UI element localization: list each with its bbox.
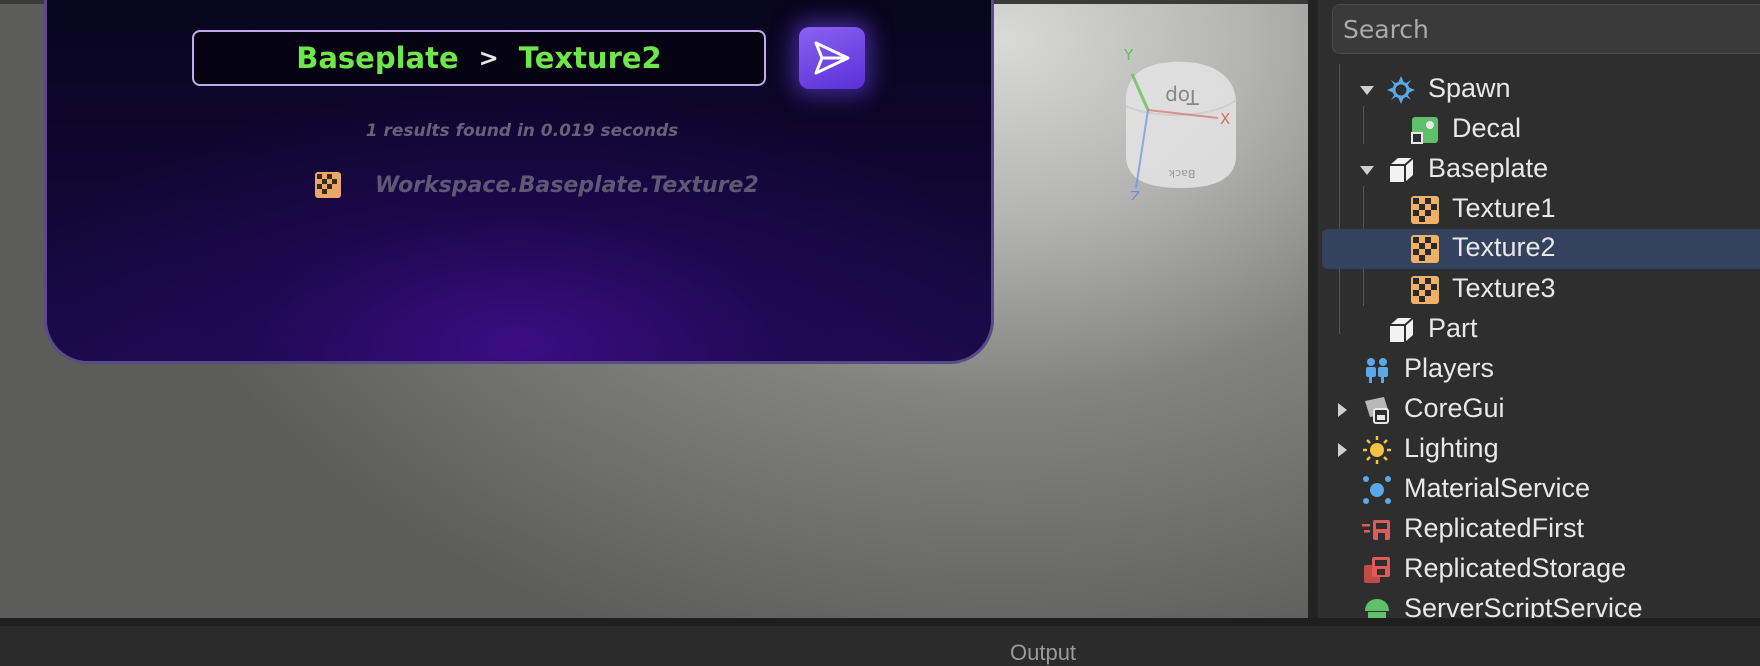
replicated-storage-icon (1364, 557, 1390, 583)
tree-item-lighting[interactable]: Lighting (1318, 430, 1760, 470)
players-icon (1366, 358, 1388, 383)
tree-item-baseplate[interactable]: Baseplate (1318, 150, 1760, 190)
explorer-search-input[interactable] (1332, 4, 1760, 54)
texture-icon (315, 172, 341, 198)
breadcrumb-item-texture2[interactable]: Texture2 (519, 41, 662, 75)
tree-item-texture3[interactable]: Texture3 (1318, 270, 1760, 310)
chevron-down-icon[interactable] (1360, 166, 1374, 175)
decal-icon (1411, 117, 1438, 144)
output-panel-header[interactable]: Output (0, 626, 1760, 665)
coregui-icon (1365, 397, 1389, 424)
tree-item-part[interactable]: Part (1318, 310, 1760, 350)
viewcube-face-top: Top (1165, 85, 1200, 109)
tree-item-label: Part (1428, 313, 1478, 343)
search-result-item[interactable]: Workspace.Baseplate.Texture2 (315, 168, 759, 202)
chevron-right-icon[interactable] (1338, 403, 1347, 417)
tree-item-label: Spawn (1428, 73, 1511, 103)
tree-item-label: MaterialService (1404, 473, 1591, 503)
tree-item-serverscriptservice[interactable]: ServerScriptService (1318, 590, 1760, 618)
tree-item-coregui[interactable]: CoreGui (1318, 390, 1760, 430)
part-icon (1390, 317, 1414, 342)
tree-item-label: CoreGui (1404, 393, 1505, 423)
viewcube-face-back: Back (1168, 167, 1195, 180)
server-script-service-icon (1365, 599, 1389, 618)
send-button[interactable] (799, 27, 865, 89)
breadcrumb-separator: > (478, 44, 499, 72)
replicated-first-icon (1362, 520, 1390, 540)
tree-item-label: ReplicatedStorage (1404, 553, 1627, 583)
tree-item-label: Players (1404, 353, 1495, 383)
breadcrumb-item-baseplate[interactable]: Baseplate (296, 41, 458, 75)
tree-item-label: Texture2 (1452, 232, 1556, 262)
panel-separator (0, 618, 1760, 626)
texture-icon (1411, 235, 1439, 263)
tree-item-players[interactable]: Players (1318, 350, 1760, 390)
search-result-path: Workspace.Baseplate.Texture2 (375, 172, 759, 198)
tree-item-label: Texture3 (1452, 273, 1556, 303)
viewcube-axis-x: X (1220, 110, 1230, 128)
lighting-icon (1363, 436, 1391, 464)
tree-item-spawn[interactable]: Spawn (1318, 70, 1760, 110)
search-panel: Baseplate > Texture2 1 results found in … (44, 0, 994, 364)
tree-item-texture1[interactable]: Texture1 (1318, 190, 1760, 230)
tree-item-label: ServerScriptService (1404, 593, 1643, 618)
viewcube-axis-z: Z (1130, 188, 1140, 200)
tree-item-label: Baseplate (1428, 153, 1549, 183)
explorer-panel: Spawn Decal Baseplate Texture1 (1318, 0, 1760, 618)
output-panel-title: Output (1010, 640, 1077, 665)
panel-divider[interactable] (1308, 0, 1318, 618)
tree-item-label: Decal (1452, 113, 1522, 143)
tree-item-label: ReplicatedFirst (1404, 513, 1585, 543)
tree-item-texture2[interactable]: Texture2 (1322, 229, 1760, 269)
spawn-icon (1387, 76, 1415, 104)
tree-item-replicatedfirst[interactable]: ReplicatedFirst (1318, 510, 1760, 550)
tree-item-decal[interactable]: Decal (1318, 110, 1760, 150)
results-summary: 1 results found in 0.019 seconds (365, 121, 679, 141)
view-cube[interactable]: Y X Z Top Back (1110, 40, 1250, 200)
material-service-icon (1363, 476, 1391, 504)
3d-viewport[interactable]: Baseplate > Texture2 1 results found in … (0, 0, 1308, 618)
tree-item-materialservice[interactable]: MaterialService (1318, 470, 1760, 510)
tree-item-label: Texture1 (1452, 193, 1556, 223)
tree-item-replicatedstorage[interactable]: ReplicatedStorage (1318, 550, 1760, 590)
viewcube-axis-y: Y (1123, 46, 1134, 64)
texture-icon (1411, 196, 1439, 224)
paper-plane-icon (814, 41, 850, 75)
chevron-down-icon[interactable] (1360, 86, 1374, 95)
chevron-right-icon[interactable] (1338, 443, 1347, 457)
tree-item-label: Lighting (1404, 433, 1499, 463)
part-icon (1390, 157, 1414, 182)
path-input[interactable]: Baseplate > Texture2 (192, 30, 766, 86)
texture-icon (1411, 276, 1439, 304)
